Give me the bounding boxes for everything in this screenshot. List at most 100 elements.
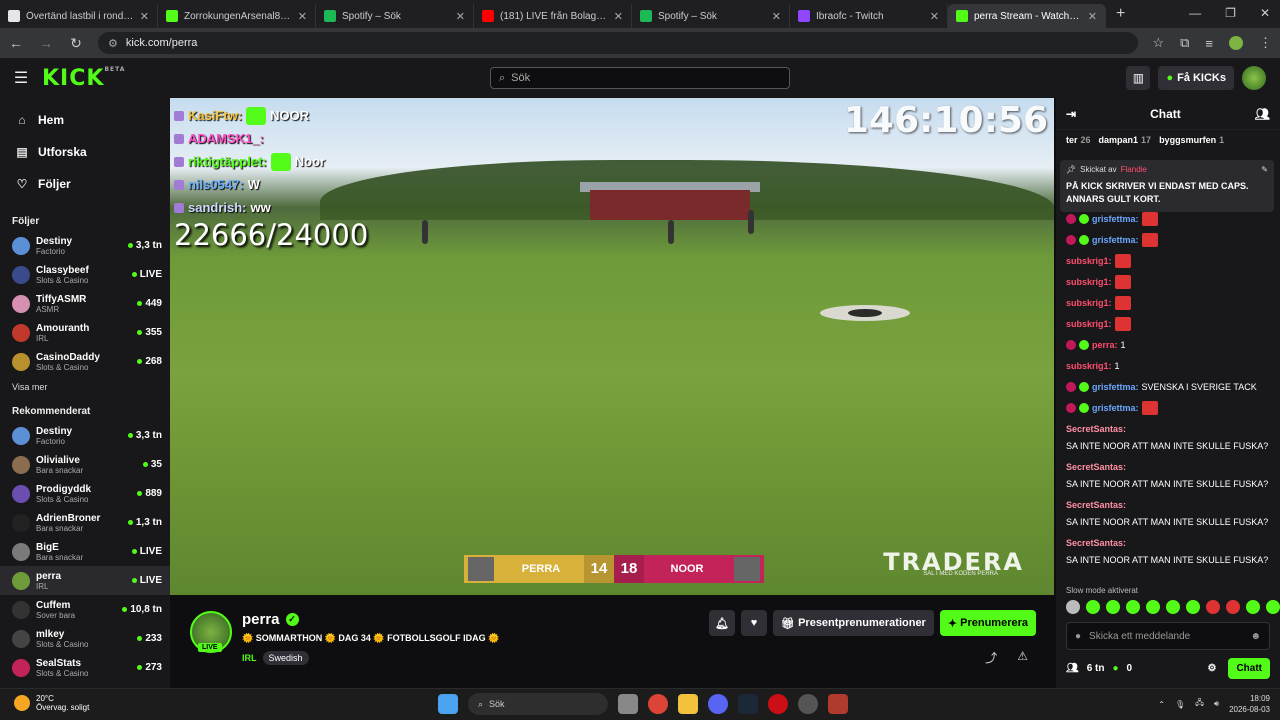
follow-heart-button[interactable]: ♥ bbox=[741, 610, 768, 636]
emote-icon[interactable] bbox=[1246, 600, 1260, 614]
chat-username[interactable]: subskrig1: bbox=[1066, 275, 1112, 289]
channel-item[interactable]: AdrienBroner Bara snackar 1,3 tn bbox=[0, 508, 170, 537]
browser-menu-icon[interactable]: ⋮ bbox=[1259, 35, 1272, 51]
chat-username[interactable]: grisfettma: bbox=[1092, 401, 1139, 415]
menu-icon[interactable]: ☰ bbox=[0, 68, 42, 88]
volume-icon[interactable]: 🔊︎ bbox=[1214, 699, 1219, 709]
site-info-icon[interactable]: ⚙ bbox=[108, 37, 118, 50]
taskbar-search[interactable]: ⌕ Sök bbox=[468, 693, 608, 715]
chat-username[interactable]: SecretSantas: bbox=[1066, 460, 1126, 474]
url-field[interactable]: ⚙ kick.com/perra bbox=[98, 32, 1139, 54]
steam-icon[interactable] bbox=[738, 694, 758, 714]
channel-item[interactable]: CasinoDaddy Slots & Casino 268 bbox=[0, 347, 170, 376]
top-gifter[interactable]: dampan1 17 bbox=[1099, 135, 1152, 145]
tab-close-icon[interactable]: ✕ bbox=[456, 10, 465, 23]
stream-tag[interactable]: Swedish bbox=[262, 651, 309, 665]
browser-tab[interactable]: ZorrokungenArsenal8788 Stream ✕ bbox=[158, 4, 316, 28]
bookmark-star-icon[interactable]: ☆ bbox=[1152, 35, 1164, 51]
sidebar-nav-följer[interactable]: ♡ Följer bbox=[0, 168, 170, 200]
stream-category[interactable]: IRL bbox=[242, 653, 257, 663]
discord-icon[interactable] bbox=[708, 694, 728, 714]
emote-icon[interactable] bbox=[1166, 600, 1180, 614]
chat-message-input[interactable]: ● Skicka ett meddelande ☻ bbox=[1066, 622, 1270, 650]
channel-item[interactable]: Amouranth IRL 355 bbox=[0, 318, 170, 347]
emote-icon[interactable] bbox=[1146, 600, 1160, 614]
sidebar-nav-hem[interactable]: ⌂ Hem bbox=[0, 104, 170, 136]
forward-icon[interactable]: → bbox=[38, 35, 54, 51]
back-icon[interactable]: ← bbox=[8, 35, 24, 51]
collapse-chat-icon[interactable]: ⇥ bbox=[1066, 107, 1076, 121]
browser-tab[interactable]: Spotify – Sök ✕ bbox=[316, 4, 474, 28]
emote-icon[interactable] bbox=[1186, 600, 1200, 614]
tab-close-icon[interactable]: ✕ bbox=[298, 10, 307, 23]
tab-close-icon[interactable]: ✕ bbox=[772, 10, 781, 23]
search-input[interactable]: ⌕ Sök bbox=[490, 67, 790, 89]
streamer-name[interactable]: perra bbox=[242, 611, 280, 628]
chat-username[interactable]: subskrig1: bbox=[1066, 296, 1112, 310]
chrome-icon[interactable] bbox=[648, 694, 668, 714]
user-avatar[interactable] bbox=[1242, 66, 1266, 90]
chat-username[interactable]: grisfettma: bbox=[1092, 233, 1139, 247]
profile-avatar[interactable] bbox=[1229, 36, 1243, 50]
emote-icon[interactable] bbox=[1266, 600, 1280, 614]
emoji-icon[interactable]: ☻ bbox=[1250, 631, 1261, 642]
kick-logo[interactable]: KICKBETA bbox=[42, 66, 125, 91]
channel-item[interactable]: Prodigyddk Slots & Casino 889 bbox=[0, 479, 170, 508]
app-icon[interactable] bbox=[798, 694, 818, 714]
chat-username[interactable]: grisfettma: bbox=[1092, 212, 1139, 226]
notification-bell-button[interactable]: 🔔︎ bbox=[709, 610, 736, 636]
maximize-icon[interactable]: ❐ bbox=[1225, 6, 1236, 20]
emote-icon[interactable] bbox=[1226, 600, 1240, 614]
top-gifter[interactable]: byggsmurfen 1 bbox=[1159, 135, 1224, 145]
chat-username[interactable]: perra: bbox=[1092, 338, 1118, 352]
chat-settings-dot-icon[interactable]: ● bbox=[1075, 631, 1081, 642]
channel-item[interactable]: Classybeef Slots & Casino LIVE bbox=[0, 260, 170, 289]
minimize-icon[interactable]: — bbox=[1189, 6, 1201, 20]
reading-list-icon[interactable]: ≡ bbox=[1205, 36, 1213, 51]
channel-item[interactable]: Destiny Factorio 3,3 tn bbox=[0, 231, 170, 260]
tab-close-icon[interactable]: ✕ bbox=[614, 10, 623, 23]
channel-item[interactable]: perra IRL LIVE bbox=[0, 566, 170, 595]
see-more-link[interactable]: Visa mer bbox=[0, 376, 170, 396]
file-explorer-icon[interactable] bbox=[678, 694, 698, 714]
chat-username[interactable]: subskrig1: bbox=[1066, 317, 1112, 331]
browser-tab[interactable]: Övertänd lastbil i rondell - Sen ✕ bbox=[0, 4, 158, 28]
chat-settings-icon[interactable]: ⚙ bbox=[1207, 663, 1216, 674]
channel-item[interactable]: BigE Bara snackar LIVE bbox=[0, 537, 170, 566]
gift-subs-button[interactable]: 🎁︎ Presentprenumerationer bbox=[773, 610, 934, 636]
tab-close-icon[interactable]: ✕ bbox=[1088, 10, 1097, 23]
clock[interactable]: 18:09 2026-08-03 bbox=[1229, 693, 1270, 715]
channel-item[interactable]: Cuffem Sover bara 10,8 tn bbox=[0, 595, 170, 624]
tab-close-icon[interactable]: ✕ bbox=[930, 10, 939, 23]
new-tab-button[interactable]: + bbox=[1116, 5, 1125, 23]
reload-icon[interactable]: ↻ bbox=[68, 35, 84, 52]
browser-tab[interactable]: Spotify – Sök ✕ bbox=[632, 4, 790, 28]
windows-start-icon[interactable] bbox=[438, 694, 458, 714]
report-icon[interactable]: ⚠ bbox=[1017, 649, 1028, 666]
top-gifter[interactable]: ter 26 bbox=[1066, 135, 1091, 145]
chat-username[interactable]: subskrig1: bbox=[1066, 359, 1112, 373]
get-kicks-button[interactable]: ● Få KICKs bbox=[1158, 66, 1234, 90]
emote-icon[interactable] bbox=[1206, 600, 1220, 614]
extensions-icon[interactable]: ⧉ bbox=[1180, 35, 1189, 51]
chat-username[interactable]: SecretSantas: bbox=[1066, 498, 1126, 512]
microphone-icon[interactable]: 🎙︎ bbox=[1175, 700, 1185, 709]
browser-tab[interactable]: (181) LIVE från Bolaget i HALM ✕ bbox=[474, 4, 632, 28]
weather-widget[interactable]: 20°C Övervag. soligt bbox=[14, 694, 89, 712]
emote-icon[interactable] bbox=[1086, 600, 1100, 614]
chat-username[interactable]: grisfettma: bbox=[1092, 380, 1139, 394]
network-icon[interactable]: 🖧︎ bbox=[1195, 697, 1204, 711]
chat-username[interactable]: SecretSantas: bbox=[1066, 422, 1126, 436]
unpin-icon[interactable]: ✎ bbox=[1261, 165, 1268, 174]
emote-icon[interactable] bbox=[1126, 600, 1140, 614]
layout-icon[interactable]: ▥ bbox=[1126, 66, 1151, 90]
browser-tab[interactable]: perra Stream - Watch Live ✕ bbox=[948, 4, 1106, 28]
browser-tab[interactable]: Ibraofc - Twitch ✕ bbox=[790, 4, 948, 28]
channel-item[interactable]: mlkey Slots & Casino 233 bbox=[0, 624, 170, 653]
chat-users-icon[interactable]: 👥︎ bbox=[1255, 107, 1270, 121]
close-window-icon[interactable]: ✕ bbox=[1260, 6, 1270, 20]
emote-icon[interactable] bbox=[1066, 600, 1080, 614]
tray-overflow-icon[interactable]: ⌃ bbox=[1158, 700, 1165, 709]
chat-username[interactable]: SecretSantas: bbox=[1066, 536, 1126, 550]
channel-item[interactable]: Destiny Factorio 3,3 tn bbox=[0, 421, 170, 450]
